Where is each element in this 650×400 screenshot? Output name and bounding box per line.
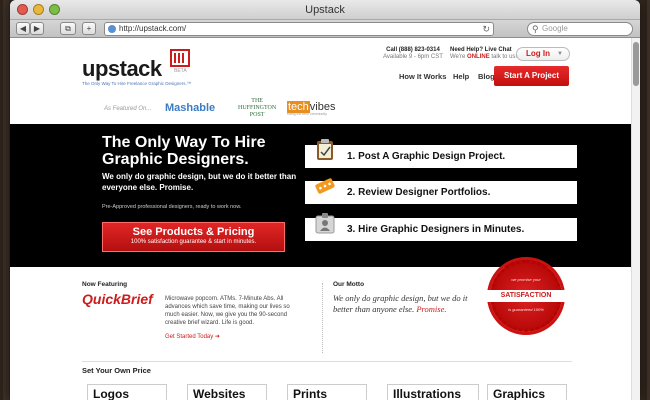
add-bookmark-button[interactable]: + (82, 22, 96, 35)
huff-line-2: HUFFINGTON (238, 105, 277, 111)
search-field[interactable]: ⚲ Google (527, 22, 633, 36)
hours: Available 9 - 6pm CST (383, 54, 443, 60)
hero-title: The Only Way To Hire Graphic Designers. (102, 134, 266, 168)
hero-preapproved: Pre-Approved professional designers, rea… (102, 204, 242, 210)
get-started-link[interactable]: Get Started Today ➜ (165, 333, 220, 340)
ticket-icon (315, 178, 335, 194)
pricing-tab-logos[interactable]: Logos (87, 384, 167, 400)
nav-blog[interactable]: Blog (478, 72, 495, 81)
search-icon: ⚲ (532, 24, 539, 34)
chat-post: talk to us! (491, 54, 518, 60)
section-divider (82, 361, 572, 362)
see-products-button[interactable]: See Products & Pricing 100% satisfaction… (102, 222, 285, 252)
chevron-down-icon: ▼ (557, 51, 563, 57)
address-bar[interactable]: http://upstack.com/ ↻ (104, 22, 494, 36)
step-1-label: 1. Post A Graphic Design Project. (347, 151, 506, 162)
upstack-logo[interactable]: upstack (82, 56, 162, 82)
step-hire-designers[interactable]: 3. Hire Graphic Designers in Minutes. (305, 213, 577, 241)
motto-body: We only do graphic design, but we do it … (333, 293, 468, 314)
techvibes-logo[interactable]: techvibes riding the tech community (287, 101, 335, 116)
logo-building-icon (170, 49, 190, 67)
beta-label: BETA (174, 68, 187, 74)
search-placeholder: Google (542, 24, 568, 33)
pricing-tab-illustrations[interactable]: Illustrations (387, 384, 479, 400)
hero-subtitle: We only do graphic design, but we do it … (102, 172, 297, 192)
pricing-tab-websites[interactable]: Websites (187, 384, 267, 400)
quickbrief-description: Microwave popcorn. ATMs. 7-Minute Abs. A… (165, 296, 290, 326)
chat-title: Need Help? Live Chat (450, 47, 512, 53)
clipboard-icon (317, 139, 333, 160)
browser-toolbar: ◀ ▶ ⧉ + http://upstack.com/ ↻ ⚲ Google (10, 20, 640, 38)
phone-info: Call (888) 823-0314 Available 9 - 6pm CS… (383, 47, 443, 61)
pricing-tab-prints[interactable]: Prints (287, 384, 367, 400)
chat-status: ONLINE (467, 54, 490, 60)
now-featuring-heading: Now Featuring (82, 281, 128, 288)
url-text: http://upstack.com/ (119, 24, 187, 33)
step-review-portfolios[interactable]: 2. Review Designer Portfolios. (305, 178, 577, 204)
mashable-logo[interactable]: Mashable (165, 102, 215, 114)
chat-pre: We're (450, 54, 466, 60)
back-button[interactable]: ◀ (16, 22, 30, 35)
phone-number: Call (888) 823-0314 (386, 47, 440, 53)
seal-ribbon: SATISFACTION (487, 290, 565, 302)
forward-button[interactable]: ▶ (30, 22, 44, 35)
seal-bottom-text: is guaranteed 100% (508, 307, 544, 312)
cta-sub: 100% satisfaction guarantee & start in m… (130, 239, 257, 245)
huff-line-3: POST (249, 112, 265, 118)
window-title: Upstack (305, 4, 345, 16)
login-label: Log In (526, 49, 550, 58)
motto-promise: Promise. (416, 304, 447, 314)
featured-on-label: As Featured On... (104, 106, 152, 112)
web-page: upstack BETA The Only Way To Hire Freela… (10, 38, 640, 400)
pricing-tab-graphics[interactable]: Graphics (487, 384, 567, 400)
login-button[interactable]: Log In ▼ (516, 47, 570, 61)
satisfaction-seal: we promise your SATISFACTION is guarante… (487, 260, 565, 332)
hero-banner: The Only Way To Hire Graphic Designers. … (10, 124, 631, 267)
motto-text: We only do graphic design, but we do it … (333, 293, 483, 315)
motto-heading: Our Motto (333, 281, 365, 288)
huffington-post-logo[interactable]: THE HUFFINGTON POST (238, 98, 276, 119)
set-your-price-heading: Set Your Own Price (82, 366, 151, 375)
tabs-button[interactable]: ⧉ (60, 22, 76, 35)
column-divider (322, 283, 323, 353)
cta-label: See Products & Pricing (132, 226, 255, 238)
huff-line-1: THE (251, 98, 263, 104)
browser-window: Upstack ◀ ▶ ⧉ + http://upstack.com/ ↻ ⚲ … (10, 0, 640, 400)
chat-status-line: We're ONLINE talk to us! (450, 54, 517, 61)
nav-how-it-works[interactable]: How It Works (399, 72, 446, 81)
vertical-scrollbar[interactable] (631, 38, 640, 400)
globe-icon (108, 25, 116, 33)
scrollbar-thumb[interactable] (633, 42, 639, 86)
nav-help[interactable]: Help (453, 72, 469, 81)
live-chat[interactable]: Need Help? Live Chat We're ONLINE talk t… (450, 47, 517, 61)
reload-icon[interactable]: ↻ (482, 23, 490, 35)
step-2-label: 2. Review Designer Portfolios. (347, 187, 491, 198)
step-3-label: 3. Hire Graphic Designers in Minutes. (347, 224, 525, 235)
tagline: The Only Way To Hire Freelance Graphic D… (82, 81, 192, 86)
step-post-project[interactable]: 1. Post A Graphic Design Project. (305, 139, 577, 168)
title-bar: Upstack (10, 0, 640, 20)
id-badge-icon (315, 213, 335, 234)
seal-top-text: we promise your (511, 277, 541, 282)
quickbrief-logo[interactable]: QuickBrief (82, 291, 153, 307)
start-project-button[interactable]: Start A Project (494, 66, 569, 86)
